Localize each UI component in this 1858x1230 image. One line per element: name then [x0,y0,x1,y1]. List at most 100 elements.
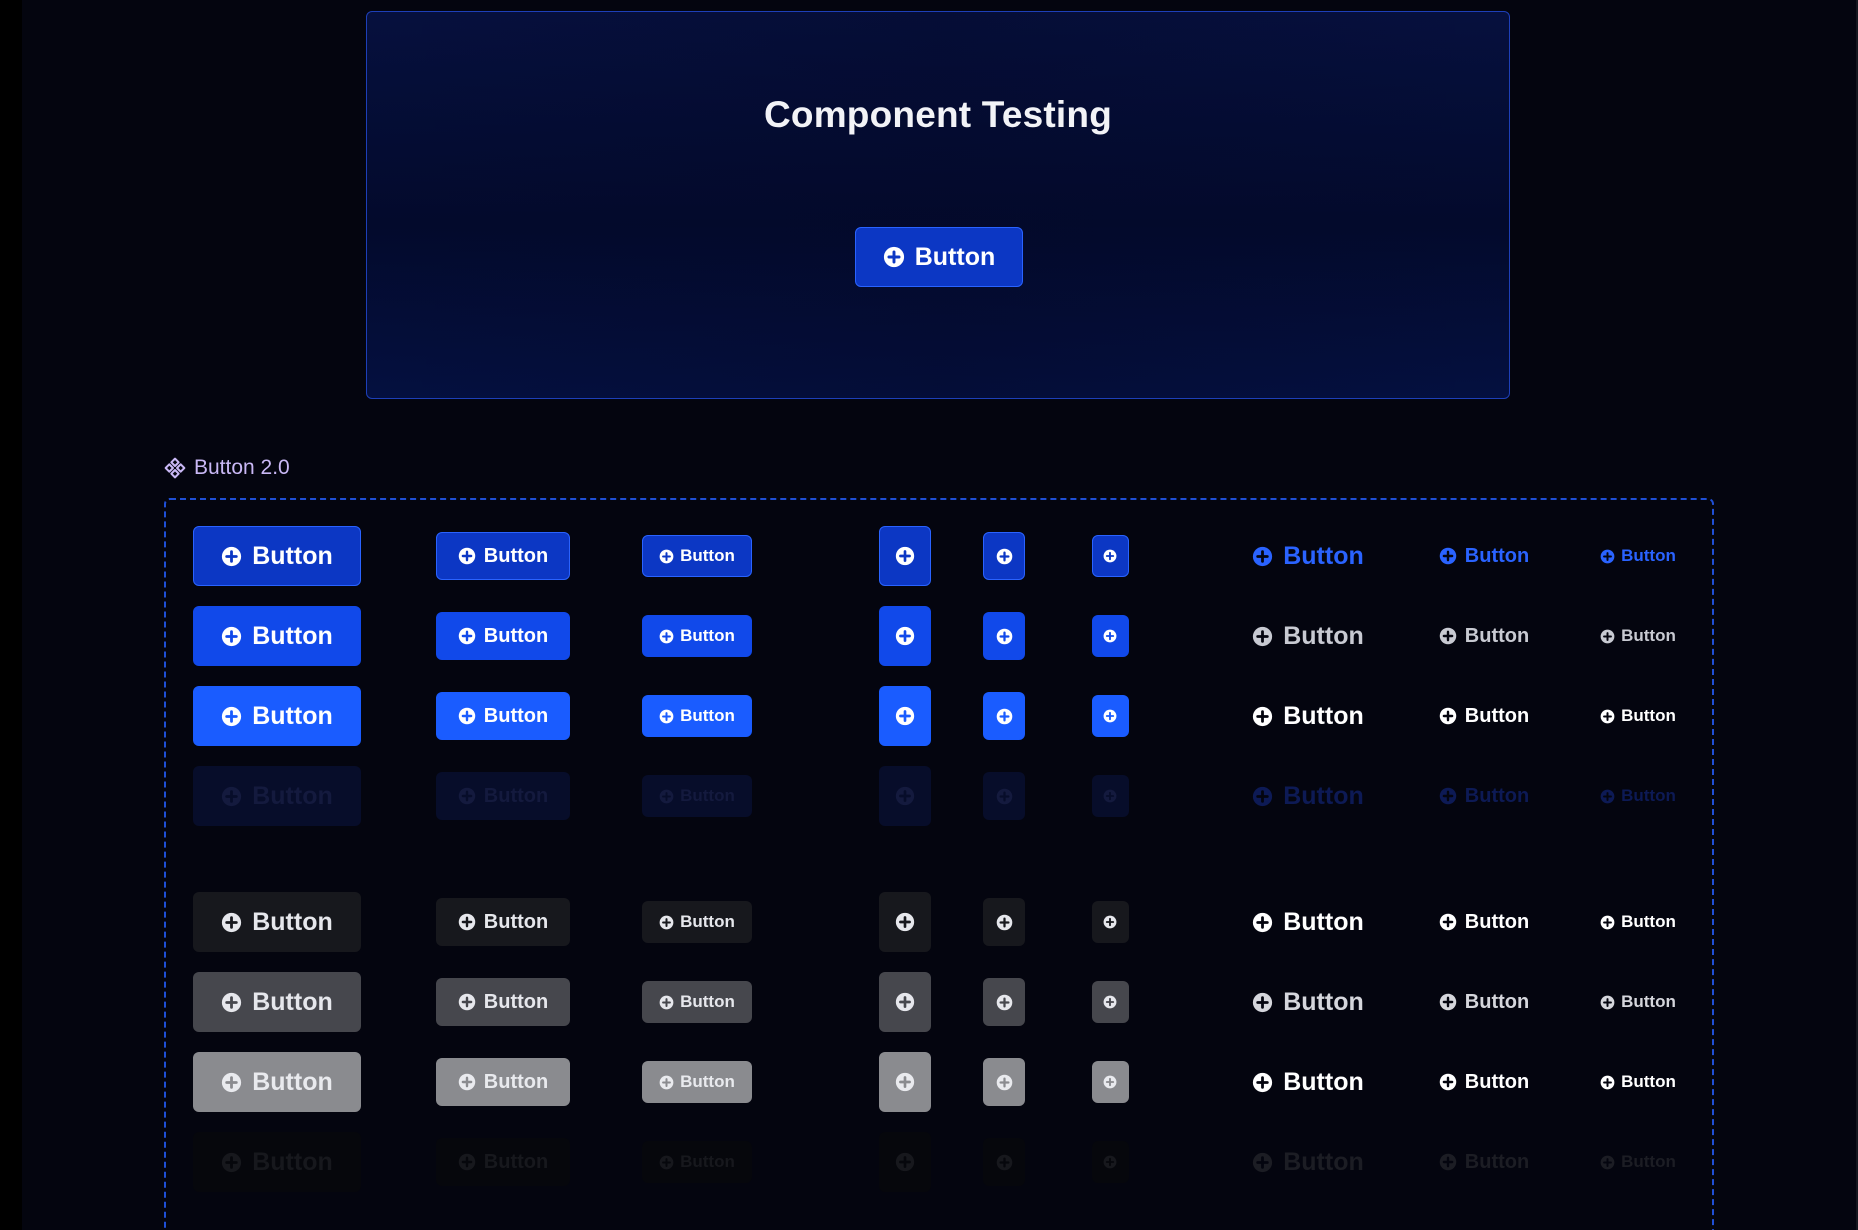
button-secondary-default-lg-icon[interactable] [879,892,931,952]
button-secondary-default-md-icon[interactable] [983,898,1025,946]
button-secondary-hover-lg[interactable]: Button [193,972,361,1032]
button-secondary-disabled-lg-ghost[interactable]: Button [1243,1132,1373,1192]
button-label: Button [1283,701,1364,730]
button-label: Button [1464,1150,1530,1173]
component-set-label[interactable]: Button 2.0 [164,456,290,480]
button-secondary-disabled-lg-icon[interactable] [879,1132,931,1192]
button-primary-pressed-md[interactable]: Button [436,692,570,740]
button-secondary-hover-lg-icon[interactable] [879,972,931,1032]
button-secondary-disabled-md[interactable]: Button [436,1138,570,1186]
button-primary-disabled-md-icon[interactable] [983,772,1025,820]
button-primary-hover-sm[interactable]: Button [642,615,752,657]
button-component-set[interactable] [164,498,1714,1230]
button-primary-pressed-lg-ghost[interactable]: Button [1243,686,1373,746]
button-primary-hover-lg[interactable]: Button [193,606,361,666]
button-primary-hover-md[interactable]: Button [436,612,570,660]
button-primary-default-md-ghost[interactable]: Button [1429,532,1539,580]
button-label: Button [1283,781,1364,810]
button-primary-default-lg-ghost[interactable]: Button [1243,526,1373,586]
button-secondary-hover-md[interactable]: Button [436,978,570,1026]
button-primary-hover-sm-ghost[interactable]: Button [1593,615,1683,657]
button-primary-hover-lg-ghost[interactable]: Button [1243,606,1373,666]
button-primary-pressed-md-icon[interactable] [983,692,1025,740]
button-secondary-hover-sm-ghost[interactable]: Button [1593,981,1683,1023]
button-label: Button [252,907,333,936]
button-primary-pressed-sm-ghost[interactable]: Button [1593,695,1683,737]
button-primary-hover-md-icon[interactable] [983,612,1025,660]
button-secondary-default-lg[interactable]: Button [193,892,361,952]
button-primary-disabled-sm-ghost[interactable]: Button [1593,775,1683,817]
button-secondary-default-sm-ghost[interactable]: Button [1593,901,1683,943]
button-secondary-disabled-sm[interactable]: Button [642,1141,752,1183]
button-secondary-hover-lg-ghost[interactable]: Button [1243,972,1373,1032]
component-testing-frame[interactable]: Component Testing Button [366,11,1510,399]
button-primary-pressed-md-ghost[interactable]: Button [1429,692,1539,740]
button-primary-disabled-sm[interactable]: Button [642,775,752,817]
button-primary-pressed-lg[interactable]: Button [193,686,361,746]
button-primary-default-lg[interactable]: Button [193,526,361,586]
button-primary-disabled-lg[interactable]: Button [193,766,361,826]
button-primary-disabled-sm-icon[interactable] [1091,775,1129,817]
button-secondary-pressed-md-icon[interactable] [983,1058,1025,1106]
plus-circle-icon [996,708,1012,724]
button-primary-default-lg-icon[interactable] [879,526,931,586]
button-secondary-pressed-sm-icon[interactable] [1091,1061,1129,1103]
button-primary-disabled-lg-icon[interactable] [879,766,931,826]
button-secondary-hover-md-icon[interactable] [983,978,1025,1026]
button-primary-hover-md-ghost[interactable]: Button [1429,612,1539,660]
button-primary-default-sm-ghost[interactable]: Button [1593,535,1683,577]
button-primary-pressed-sm-icon[interactable] [1091,695,1129,737]
button-secondary-default-lg-ghost[interactable]: Button [1243,892,1373,952]
button-primary-pressed-lg-icon[interactable] [879,686,931,746]
button-primary-hover-sm-icon[interactable] [1091,615,1129,657]
preview-button-label: Button [914,242,996,271]
button-secondary-pressed-md-ghost[interactable]: Button [1429,1058,1539,1106]
button-primary-disabled-md-ghost[interactable]: Button [1429,772,1539,820]
button-secondary-pressed-sm-ghost[interactable]: Button [1593,1061,1683,1103]
plus-circle-icon [1103,1075,1117,1089]
button-secondary-default-sm-icon[interactable] [1091,901,1129,943]
button-secondary-pressed-lg[interactable]: Button [193,1052,361,1112]
button-secondary-disabled-sm-icon[interactable] [1091,1141,1129,1183]
button-secondary-default-sm[interactable]: Button [642,901,752,943]
component-icon [164,457,186,479]
button-label: Button [1621,1152,1676,1171]
button-label: Button [1283,987,1364,1016]
button-secondary-default-md-ghost[interactable]: Button [1429,898,1539,946]
button-primary-default-sm[interactable]: Button [642,535,752,577]
button-primary-default-md-icon[interactable] [983,532,1025,580]
button-primary-disabled-md[interactable]: Button [436,772,570,820]
button-secondary-pressed-lg-ghost[interactable]: Button [1243,1052,1373,1112]
plus-circle-icon [883,246,904,268]
plus-circle-icon [996,548,1012,564]
plus-circle-icon [222,786,242,806]
plus-circle-icon [1253,706,1273,726]
button-primary-pressed-sm[interactable]: Button [642,695,752,737]
plus-circle-icon [659,549,674,563]
button-primary-default-sm-icon[interactable] [1091,535,1129,577]
plus-circle-icon [222,546,242,566]
button-secondary-hover-sm-icon[interactable] [1091,981,1129,1023]
button-primary-disabled-lg-ghost[interactable]: Button [1243,766,1373,826]
plus-circle-icon [1439,1153,1457,1171]
button-label: Button [483,704,549,727]
button-secondary-disabled-md-ghost[interactable]: Button [1429,1138,1539,1186]
button-secondary-default-md[interactable]: Button [436,898,570,946]
button-secondary-disabled-sm-ghost[interactable]: Button [1593,1141,1683,1183]
button-secondary-disabled-lg[interactable]: Button [193,1132,361,1192]
button-primary-hover-lg-icon[interactable] [879,606,931,666]
preview-button[interactable]: Button [855,227,1023,287]
plus-circle-icon [996,1074,1012,1090]
button-label: Button [1283,621,1364,650]
button-primary-default-md[interactable]: Button [436,532,570,580]
button-secondary-hover-md-ghost[interactable]: Button [1429,978,1539,1026]
button-label: Button [483,1150,549,1173]
button-secondary-pressed-md[interactable]: Button [436,1058,570,1106]
button-label: Button [1464,990,1530,1013]
button-secondary-pressed-sm[interactable]: Button [642,1061,752,1103]
button-secondary-disabled-md-icon[interactable] [983,1138,1025,1186]
button-secondary-hover-sm[interactable]: Button [642,981,752,1023]
button-label: Button [252,1147,333,1176]
button-label: Button [1464,910,1530,933]
button-secondary-pressed-lg-icon[interactable] [879,1052,931,1112]
